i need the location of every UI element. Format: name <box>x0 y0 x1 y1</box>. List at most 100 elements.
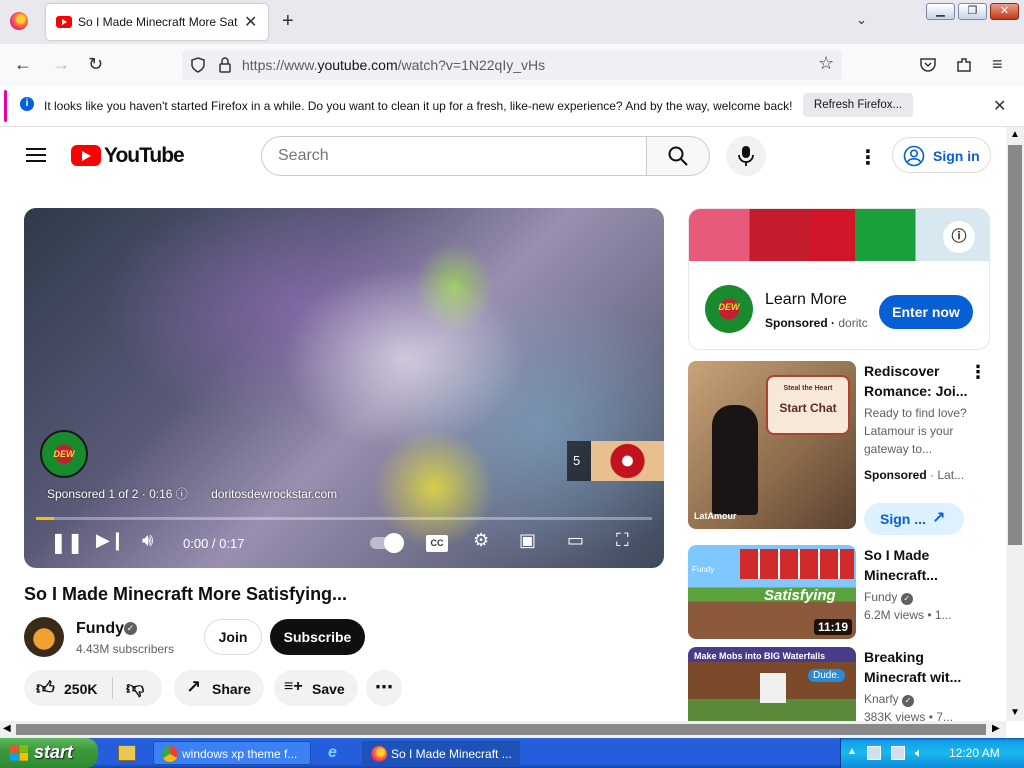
extensions-icon[interactable] <box>955 56 973 74</box>
thumbs-up-icon[interactable]: 👍︎ <box>36 677 55 699</box>
shield-icon[interactable] <box>190 57 206 73</box>
reload-icon[interactable]: ↻ <box>88 54 103 75</box>
internet-explorer-icon[interactable]: e <box>328 744 337 762</box>
save-button[interactable]: ≡+ Save <box>274 670 358 706</box>
scroll-down-icon[interactable]: ▼ <box>1010 707 1020 718</box>
join-button[interactable]: Join <box>204 619 262 655</box>
autoplay-toggle[interactable] <box>370 533 404 553</box>
thumbs-down-icon[interactable]: 👎︎ <box>126 677 144 699</box>
video-player[interactable]: DEW Sponsored 1 of 2 · 0:16 ⓘ doritosdew… <box>24 208 664 568</box>
tray-monitor-icon[interactable] <box>891 746 905 760</box>
tray-network-icon[interactable] <box>867 746 881 760</box>
rec-sponsored-label: Sponsored <box>864 468 927 482</box>
volume-icon[interactable]: 🔊︎ <box>142 530 153 551</box>
firefox-icon <box>371 746 387 762</box>
search-box[interactable] <box>261 136 647 176</box>
firefox-icon[interactable] <box>10 12 28 30</box>
scroll-thumb[interactable] <box>1008 145 1022 545</box>
tab-youtube[interactable]: So I Made Minecraft More Satisfying... ✕ <box>46 4 268 40</box>
thumb-badge: Dude. <box>808 669 845 682</box>
more-actions-icon[interactable]: ⋯ <box>366 670 402 706</box>
rec-kebab-icon[interactable]: ⋮ <box>969 362 987 383</box>
progress-bar[interactable] <box>36 517 652 520</box>
horizontal-scrollbar[interactable]: ◀ ▶ <box>0 721 1006 738</box>
settings-kebab-icon[interactable]: ⋮ <box>858 145 878 170</box>
start-button[interactable]: start <box>0 738 98 768</box>
settings-gear-icon[interactable]: ⚙ <box>473 530 489 551</box>
url-bar[interactable]: https://www.youtube.com/watch?v=1N22qIy_… <box>182 50 842 80</box>
ad-brand-avatar[interactable]: DEW <box>40 430 88 478</box>
ad-info-icon[interactable]: ⓘ <box>176 487 188 501</box>
sign-in-button[interactable]: Sign in <box>892 137 991 173</box>
miniplayer-icon[interactable]: ▣ <box>519 530 536 551</box>
skip-ad-preview[interactable]: 5 <box>567 441 664 481</box>
rec-title[interactable]: Breaking Minecraft wit... <box>864 647 974 687</box>
next-icon[interactable]: ▶❙ <box>96 530 125 551</box>
tray-volume-icon[interactable]: 🔈︎ <box>915 745 923 761</box>
captions-icon[interactable]: CC <box>426 535 448 552</box>
search-input[interactable] <box>278 147 628 165</box>
subscribe-button[interactable]: Subscribe <box>270 619 365 655</box>
new-tab-icon[interactable]: + <box>282 10 294 33</box>
sign-up-button[interactable]: Sign ... ↗ <box>864 503 964 535</box>
scroll-right-icon[interactable]: ▶ <box>992 723 1000 734</box>
window-close-button[interactable]: ✕ <box>990 3 1019 20</box>
channel-avatar[interactable] <box>24 617 64 657</box>
ad-title[interactable]: Learn More <box>765 291 847 309</box>
like-count[interactable]: 250K <box>64 681 97 697</box>
share-button[interactable]: ↗ Share <box>174 670 264 706</box>
scroll-left-icon[interactable]: ◀ <box>3 723 11 734</box>
skip-countdown: 5 <box>573 453 581 468</box>
youtube-logo-icon[interactable] <box>71 145 101 166</box>
maximize-button[interactable]: ❐ <box>958 3 987 20</box>
minimize-button[interactable]: ▁ <box>926 3 955 20</box>
sponsored-ad-card[interactable]: ⓘ DEW Learn More Sponsored · doritc Ente… <box>688 208 990 350</box>
rec-thumbnail[interactable]: Steal the Heart Start Chat LatAmour <box>688 361 856 529</box>
theater-mode-icon[interactable]: ▭ <box>567 530 584 551</box>
bookmark-star-icon[interactable]: ☆ <box>818 53 834 74</box>
navigation-toolbar: ← → ↻ https://www.youtube.com/watch?v=1N… <box>0 44 1024 86</box>
rec-title[interactable]: Rediscover Romance: Joi... <box>864 361 974 401</box>
chevron-down-icon[interactable]: ⌄ <box>856 12 867 28</box>
pocket-icon[interactable] <box>919 56 937 74</box>
rec-title[interactable]: So I Made Minecraft... <box>864 545 974 585</box>
sign-in-label: Sign in <box>933 148 980 164</box>
voice-search-button[interactable] <box>726 136 766 176</box>
url-text[interactable]: https://www.youtube.com/watch?v=1N22qIy_… <box>242 57 545 73</box>
guide-menu-icon[interactable] <box>26 148 46 162</box>
taskbar-item-firefox[interactable]: So I Made Minecraft ... <box>362 741 520 765</box>
ad-link[interactable]: doritosdewrockstar.com <box>211 487 337 501</box>
close-notification-icon[interactable]: ✕ <box>993 96 1006 116</box>
channel-name[interactable]: Fundy <box>76 620 124 638</box>
pause-icon[interactable]: ❚❚ <box>50 530 84 555</box>
enter-now-button[interactable]: Enter now <box>879 295 973 329</box>
rec-channel-line: Knarfy ✓ <box>864 692 915 707</box>
fullscreen-icon[interactable]: ⛶ <box>616 530 629 551</box>
ad-info-icon[interactable]: ⓘ <box>943 221 975 253</box>
forward-arrow-icon[interactable]: → <box>52 54 70 75</box>
chrome-icon <box>162 746 178 762</box>
lock-icon[interactable] <box>218 57 232 73</box>
show-desktop-icon[interactable] <box>118 745 136 761</box>
vertical-scrollbar[interactable]: ▲ ▼ <box>1006 127 1024 721</box>
hamburger-menu-icon[interactable]: ≡ <box>992 54 1003 75</box>
refresh-firefox-button[interactable]: Refresh Firefox... <box>803 93 913 117</box>
taskbar-item-label: So I Made Minecraft ... <box>391 747 512 761</box>
notification-text: It looks like you haven't started Firefo… <box>44 99 793 113</box>
system-tray: ▲ 🔈︎ 12:20 AM <box>840 738 1024 768</box>
scroll-up-icon[interactable]: ▲ <box>1010 129 1020 140</box>
tray-expand-icon[interactable]: ▲ <box>847 746 857 757</box>
search-button[interactable] <box>646 136 710 176</box>
ad-brand-logo[interactable]: DEW <box>705 285 753 333</box>
rec-thumbnail[interactable]: Satisfying Fundy 11:19 <box>688 545 856 639</box>
rec-channel[interactable]: Knarfy <box>864 692 899 706</box>
taskbar-item-chrome[interactable]: windows xp theme f... <box>153 741 311 765</box>
rec-thumbnail[interactable]: Make Mobs into BIG Waterfalls Dude. <box>688 647 856 721</box>
youtube-logo-text[interactable]: YouTube <box>104 144 185 168</box>
rec-channel[interactable]: Fundy <box>864 590 897 604</box>
scroll-thumb[interactable] <box>16 724 986 735</box>
thumb-brand: LatAmour <box>694 511 737 521</box>
close-tab-icon[interactable]: ✕ <box>244 12 257 32</box>
ad-domain: doritc <box>838 316 868 330</box>
back-arrow-icon[interactable]: ← <box>14 54 32 75</box>
